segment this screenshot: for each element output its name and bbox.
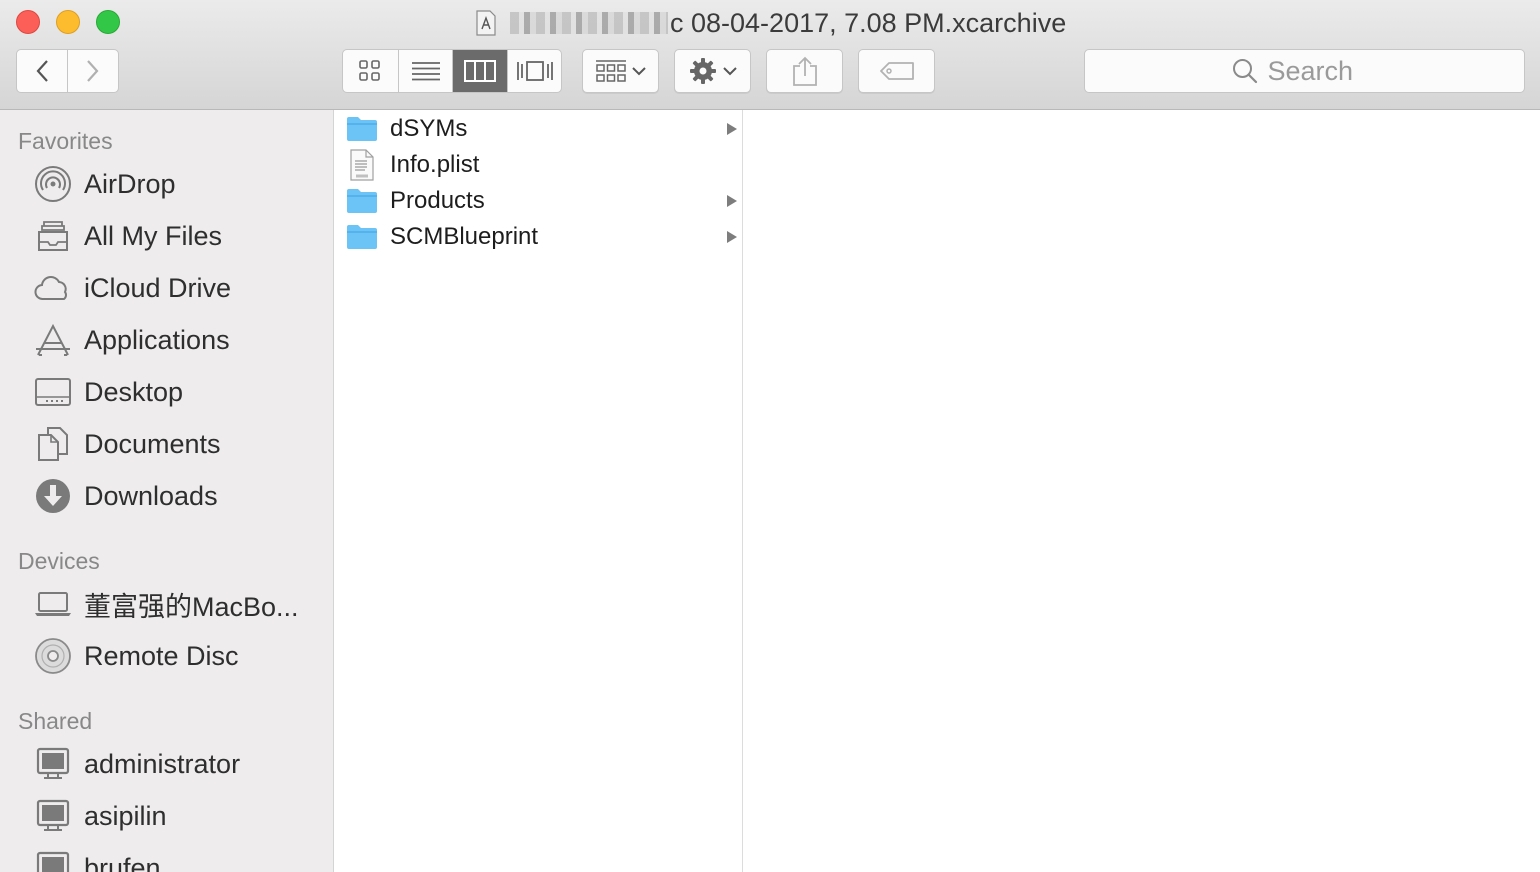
sidebar-item-asipilin[interactable]: asipilin bbox=[0, 794, 333, 838]
window-toolbar: c 08-04-2017, 7.08 PM.xcarchive bbox=[0, 0, 1540, 110]
column-view-button[interactable] bbox=[453, 50, 509, 92]
icon-view-icon bbox=[359, 60, 381, 81]
disclosure-triangle-icon bbox=[727, 195, 737, 207]
window-title-text: c 08-04-2017, 7.08 PM.xcarchive bbox=[670, 7, 1067, 38]
file-row-dsyms[interactable]: dSYMs bbox=[334, 111, 742, 147]
applications-icon bbox=[34, 321, 72, 359]
sidebar-item-label: administrator bbox=[84, 748, 241, 779]
disc-icon bbox=[34, 637, 72, 675]
file-row-scmblueprint[interactable]: SCMBlueprint bbox=[334, 219, 742, 255]
sidebar-item-label: AirDrop bbox=[84, 168, 176, 199]
folder-icon bbox=[346, 114, 378, 144]
documents-icon bbox=[34, 425, 72, 463]
sidebar-item-airdrop[interactable]: AirDrop bbox=[0, 162, 333, 206]
arrange-grid-icon bbox=[595, 60, 626, 82]
sidebar-item-remote-disc[interactable]: Remote Disc bbox=[0, 634, 333, 678]
search-input[interactable] bbox=[1267, 55, 1378, 87]
airdrop-icon bbox=[34, 165, 72, 203]
chevron-left-icon bbox=[36, 60, 48, 82]
sidebar-item-applications[interactable]: Applications bbox=[0, 318, 333, 362]
file-name: dSYMs bbox=[390, 115, 468, 142]
computer-icon bbox=[34, 849, 72, 872]
sidebar: Favorites AirDrop All My Files iCloud Dr… bbox=[0, 110, 334, 872]
tag-icon bbox=[879, 62, 914, 80]
file-name: Info.plist bbox=[390, 151, 480, 178]
minimize-window-button[interactable] bbox=[56, 10, 80, 34]
action-button[interactable] bbox=[674, 49, 751, 93]
browser-column-2[interactable] bbox=[743, 110, 1540, 872]
arrange-button[interactable] bbox=[582, 49, 659, 93]
zoom-window-button[interactable] bbox=[96, 10, 120, 34]
sidebar-item-label: Remote Disc bbox=[84, 640, 239, 671]
cloud-icon bbox=[34, 269, 72, 307]
devices-heading: Devices bbox=[18, 548, 100, 574]
nav-buttons bbox=[16, 49, 119, 93]
sidebar-item-label: brufen bbox=[84, 852, 161, 872]
folder-icon bbox=[346, 186, 378, 216]
xcarchive-file-icon bbox=[476, 10, 496, 36]
sidebar-item-desktop[interactable]: Desktop bbox=[0, 370, 333, 414]
laptop-icon bbox=[34, 585, 72, 623]
cover-flow-view-button[interactable] bbox=[508, 50, 561, 92]
sidebar-item-label: Applications bbox=[84, 324, 230, 355]
share-icon bbox=[792, 56, 817, 86]
chevron-down-icon bbox=[722, 67, 737, 76]
sidebar-item-label: asipilin bbox=[84, 800, 167, 831]
list-view-button[interactable] bbox=[399, 50, 454, 92]
redacted-title-prefix bbox=[510, 12, 668, 34]
window-title: c 08-04-2017, 7.08 PM.xcarchive bbox=[476, 6, 1066, 40]
sidebar-item-administrator[interactable]: administrator bbox=[0, 742, 333, 786]
sidebar-item-label: Desktop bbox=[84, 376, 184, 407]
favorites-heading: Favorites bbox=[18, 128, 113, 154]
sidebar-item-label: Documents bbox=[84, 428, 221, 459]
sidebar-item-icloud-drive[interactable]: iCloud Drive bbox=[0, 266, 333, 310]
file-row-products[interactable]: Products bbox=[334, 183, 742, 219]
sidebar-item-label: 董富强的MacBo... bbox=[84, 591, 299, 622]
disclosure-triangle-icon bbox=[727, 123, 737, 135]
search-icon bbox=[1232, 59, 1257, 84]
tag-button[interactable] bbox=[858, 49, 935, 93]
sidebar-item-label: Downloads bbox=[84, 480, 218, 511]
sidebar-item-label: iCloud Drive bbox=[84, 272, 232, 303]
file-row-info-plist[interactable]: Info.plist bbox=[334, 147, 742, 183]
list-view-icon bbox=[411, 62, 440, 81]
sidebar-item-label: All My Files bbox=[84, 220, 223, 251]
icon-view-button[interactable] bbox=[343, 50, 399, 92]
plist-file-icon bbox=[346, 149, 378, 181]
close-window-button[interactable] bbox=[16, 10, 40, 34]
column-view-icon bbox=[464, 60, 497, 82]
sidebar-item-downloads[interactable]: Downloads bbox=[0, 474, 333, 518]
search-field[interactable] bbox=[1084, 49, 1525, 93]
view-mode-control bbox=[342, 49, 562, 93]
desktop-icon bbox=[34, 373, 72, 411]
downloads-icon bbox=[34, 477, 72, 515]
cover-flow-icon bbox=[516, 61, 553, 81]
sidebar-item-all-my-files[interactable]: All My Files bbox=[0, 214, 333, 258]
all-files-icon bbox=[34, 217, 72, 255]
share-button[interactable] bbox=[766, 49, 843, 93]
back-button[interactable] bbox=[17, 50, 68, 92]
browser-column-1: dSYMs Info.plist Products SCMBlueprint bbox=[334, 110, 743, 872]
chevron-down-icon bbox=[631, 67, 646, 76]
forward-button[interactable] bbox=[68, 50, 118, 92]
sidebar-item-macbook[interactable]: 董富强的MacBo... bbox=[0, 582, 333, 626]
gear-icon bbox=[689, 58, 716, 84]
sidebar-item-brufen[interactable]: brufen bbox=[0, 846, 333, 872]
file-name: Products bbox=[390, 187, 485, 214]
sidebar-item-documents[interactable]: Documents bbox=[0, 422, 333, 466]
computer-icon bbox=[34, 797, 72, 835]
file-name: SCMBlueprint bbox=[390, 223, 539, 250]
computer-icon bbox=[34, 745, 72, 783]
chevron-right-icon bbox=[87, 60, 99, 82]
folder-icon bbox=[346, 222, 378, 252]
shared-heading: Shared bbox=[18, 708, 93, 734]
disclosure-triangle-icon bbox=[727, 231, 737, 243]
